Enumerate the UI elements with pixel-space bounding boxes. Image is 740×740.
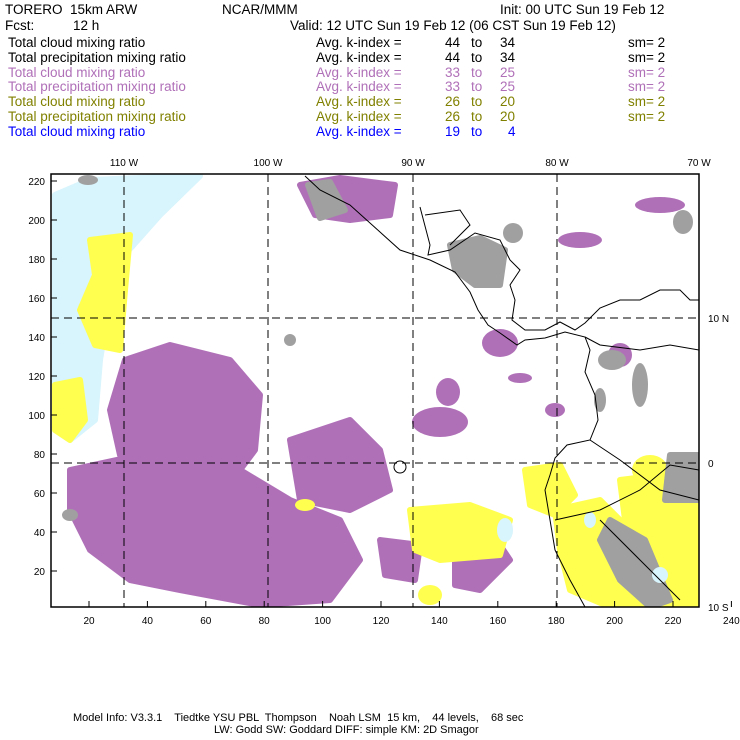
blob-k33-25 <box>436 378 460 406</box>
y-tick-label: 180 <box>28 255 45 266</box>
coastline <box>584 336 699 351</box>
weather-plot: TORERO 15km ARW NCAR/MMM Init: 00 UTC Su… <box>0 0 740 740</box>
y-tick-label: 80 <box>34 450 46 461</box>
y-tick-label: 60 <box>34 489 46 500</box>
x-tick-label: 240 <box>723 616 740 627</box>
lat-label: 10 N <box>708 314 729 325</box>
blob-k19-4 <box>584 512 596 528</box>
y-tick-label: 40 <box>34 528 46 539</box>
blob-k33-25 <box>635 197 685 213</box>
blob-k19-4 <box>497 518 513 542</box>
lon-label: 90 W <box>401 158 425 169</box>
x-tick-label: 120 <box>373 616 390 627</box>
blob-k33-25 <box>107 342 263 473</box>
blob-k44-34 <box>673 210 693 234</box>
blob-k33-25 <box>508 373 532 383</box>
y-tick-label: 200 <box>28 216 45 227</box>
blob-k33-25 <box>287 417 393 513</box>
y-tick-label: 140 <box>28 333 45 344</box>
blob-k26-20 <box>632 455 668 485</box>
lon-label: 100 W <box>254 158 283 169</box>
x-tick-label: 20 <box>83 616 95 627</box>
lon-label: 80 W <box>545 158 569 169</box>
blob-k33-25 <box>545 403 565 417</box>
blob-k26-20 <box>407 502 513 563</box>
footer-physics: LW: Godd SW: Goddard DIFF: simple KM: 2D… <box>214 724 479 736</box>
y-tick-label: 160 <box>28 294 45 305</box>
y-tick-label: 120 <box>28 372 45 383</box>
blob-k44-34 <box>662 452 699 503</box>
lon-label: 110 W <box>110 158 139 169</box>
map-plot: 2040608010012014016018020022024026028030… <box>28 158 740 627</box>
blob-k33-25 <box>558 232 602 248</box>
y-tick-label: 20 <box>34 567 46 578</box>
lat-label: 10 S <box>708 603 729 614</box>
x-tick-label: 200 <box>606 616 623 627</box>
blob-k44-34 <box>78 175 98 185</box>
x-tick-label: 80 <box>259 616 271 627</box>
blob-k44-34 <box>284 334 296 346</box>
x-tick-label: 220 <box>665 616 682 627</box>
x-tick-label: 180 <box>548 616 565 627</box>
blob-k44-34 <box>503 223 523 243</box>
y-tick-label: 100 <box>28 411 45 422</box>
blob-k44-34 <box>598 350 626 370</box>
x-tick-label: 40 <box>142 616 154 627</box>
blob-k44-34 <box>447 235 508 288</box>
x-tick-label: 160 <box>489 616 506 627</box>
lat-label: 0 <box>708 459 714 470</box>
blob-k26-20 <box>295 499 315 511</box>
blob-k33-25 <box>412 407 468 437</box>
field-layer <box>52 174 699 607</box>
blob-k44-34 <box>62 509 78 521</box>
x-tick-label: 60 <box>200 616 212 627</box>
blob-k44-34 <box>632 363 648 407</box>
blob-k26-20 <box>418 585 442 605</box>
x-tick-label: 140 <box>431 616 448 627</box>
y-tick-label: 220 <box>28 177 45 188</box>
lon-label: 70 W <box>687 158 711 169</box>
x-tick-label: 100 <box>314 616 331 627</box>
